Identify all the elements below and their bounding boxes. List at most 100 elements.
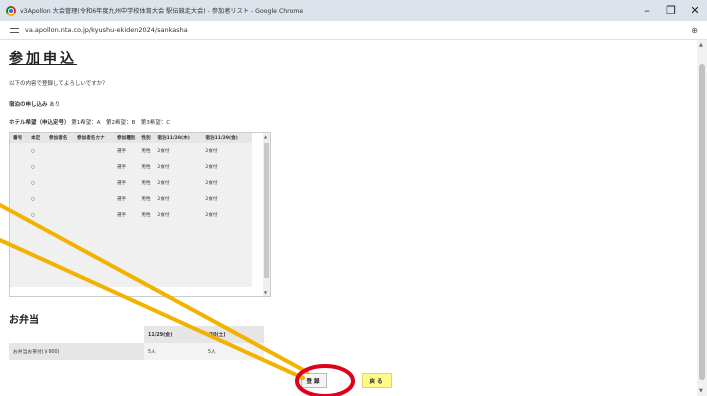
bento-table: 11/29(金) /30(土) お弁当お茶付(￥900) 5人 5人 [9, 326, 264, 360]
table-row-empty [10, 223, 253, 239]
table-row: お弁当お茶付(￥900) 5人 5人 [9, 343, 264, 360]
col-header: 参加者名カナ [74, 133, 114, 143]
col-header: 宿泊11/29(金) [202, 133, 253, 143]
table-row: ○ 選手 男性 2食付 2食付 [10, 143, 253, 159]
close-button[interactable]: ✕ [683, 0, 707, 21]
col-header: 参加者名 [46, 133, 74, 143]
window-controls: – ❐ ✕ [635, 0, 707, 21]
url-text[interactable]: va.apollon.nta.co.jp/kyushu-ekiden2024/s… [25, 26, 188, 34]
accommodation-line: 宿泊の申し込み あり [9, 100, 60, 108]
cell: 2食付 [157, 213, 170, 218]
table-row-empty [10, 271, 253, 287]
cell: 2食付 [205, 197, 218, 202]
page-title: 参加申込 [9, 51, 77, 67]
table-row: ○ 選手 男性 2食付 2食付 [10, 207, 253, 223]
col-header: 宿泊11/28(木) [154, 133, 203, 143]
cell: 男性 [141, 213, 151, 218]
chrome-icon [6, 5, 16, 16]
page-scroll-thumb[interactable] [699, 64, 705, 380]
col-header: /30(土) [204, 326, 264, 343]
cell: 2食付 [157, 197, 170, 202]
cell [46, 191, 74, 207]
cell: 2食付 [205, 181, 218, 186]
cell: ○ [31, 212, 36, 218]
table-row-empty [10, 255, 253, 271]
col-header: 番号 [10, 133, 28, 143]
zoom-icon[interactable]: ⊕ [691, 26, 698, 35]
cell: 選手 [117, 181, 127, 186]
scroll-up-icon[interactable]: ▲ [699, 42, 703, 48]
cell [10, 159, 28, 175]
col-header: 性別 [138, 133, 155, 143]
participants-table: 番号 本定 参加者名 参加者名カナ 参加種別 性別 宿泊11/28(木) 宿泊1… [10, 133, 253, 287]
col-header: 参加種別 [114, 133, 139, 143]
bento-item-label: お弁当お茶付(￥900) [9, 343, 144, 360]
cell: 2食付 [205, 213, 218, 218]
cell [74, 159, 114, 175]
cell [74, 175, 114, 191]
cell [74, 143, 114, 159]
minimize-button[interactable]: – [635, 0, 659, 21]
cell: 2食付 [205, 165, 218, 170]
hotel-label: ホテル希望（申込定号） [9, 120, 70, 126]
hotel-line: ホテル希望（申込定号） 第1希望：A 第2希望：B 第3希望：C [9, 118, 170, 126]
scroll-down-icon[interactable]: ▼ [699, 388, 703, 394]
cell: 選手 [117, 197, 127, 202]
register-button[interactable]: 登録 [301, 373, 327, 388]
participants-table-container: 番号 本定 参加者名 参加者名カナ 参加種別 性別 宿泊11/28(木) 宿泊1… [9, 132, 271, 297]
cell: 2食付 [157, 181, 170, 186]
cell [10, 175, 28, 191]
bento-qty-1: 5人 [144, 343, 204, 360]
window-title: v3Apollon 大会管理(令和6年度九州中学校体育大会 駅伝競走大会) - … [20, 8, 304, 15]
cell: 男性 [141, 149, 151, 154]
cell [74, 191, 114, 207]
cell: 男性 [141, 165, 151, 170]
cell [46, 143, 74, 159]
address-bar[interactable]: va.apollon.nta.co.jp/kyushu-ekiden2024/s… [0, 21, 707, 40]
hotel-value: 第1希望：A 第2希望：B 第3希望：C [71, 120, 171, 126]
table-scrollbar[interactable]: ▲ ▼ [263, 133, 270, 296]
table-row-empty [10, 239, 253, 255]
bento-header-row: 11/29(金) /30(土) [9, 326, 264, 343]
cell: ○ [31, 148, 36, 154]
back-button[interactable]: 戻る [362, 373, 392, 388]
cell: 選手 [117, 165, 127, 170]
cell [46, 207, 74, 223]
cell: 選手 [117, 149, 127, 154]
table-scroll-thumb[interactable] [264, 143, 269, 278]
table-row: ○ 選手 男性 2食付 2食付 [10, 175, 253, 191]
cell: ○ [31, 180, 36, 186]
cell [10, 207, 28, 223]
cell: ○ [31, 196, 36, 202]
table-row: ○ 選手 男性 2食付 2食付 [10, 191, 253, 207]
maximize-button[interactable]: ❐ [659, 0, 683, 21]
cell [46, 159, 74, 175]
bento-heading: お弁当 [9, 315, 39, 326]
cell [74, 207, 114, 223]
cell [10, 191, 28, 207]
window-titlebar: v3Apollon 大会管理(令和6年度九州中学校体育大会 駅伝競走大会) - … [0, 0, 707, 21]
cell: 男性 [141, 197, 151, 202]
cell: 2食付 [157, 149, 170, 154]
page-content: 参加申込 以下の内容で登録してよろしいですか？ 宿泊の申し込み あり ホテル希望… [0, 40, 697, 396]
accommodation-label: 宿泊の申し込み [9, 102, 48, 108]
cell: 選手 [117, 213, 127, 218]
table-row: ○ 選手 男性 2食付 2食付 [10, 159, 253, 175]
scroll-up-icon[interactable]: ▲ [264, 134, 267, 139]
confirm-message: 以下の内容で登録してよろしいですか？ [9, 81, 108, 87]
site-settings-icon[interactable] [10, 27, 19, 34]
cell [46, 175, 74, 191]
accommodation-value: あり [49, 102, 61, 108]
cell: 2食付 [205, 149, 218, 154]
bento-qty-2: 5人 [204, 343, 264, 360]
cell [10, 143, 28, 159]
blank-cell [9, 326, 144, 343]
participants-header-row: 番号 本定 参加者名 参加者名カナ 参加種別 性別 宿泊11/28(木) 宿泊1… [10, 133, 253, 143]
cell: ○ [31, 164, 36, 170]
col-header: 11/29(金) [144, 326, 204, 343]
cell: 2食付 [157, 165, 170, 170]
cell: 男性 [141, 181, 151, 186]
col-header: 本定 [28, 133, 46, 143]
page-scrollbar[interactable]: ▲ ▼ [697, 40, 707, 396]
scroll-down-icon[interactable]: ▼ [264, 290, 267, 295]
